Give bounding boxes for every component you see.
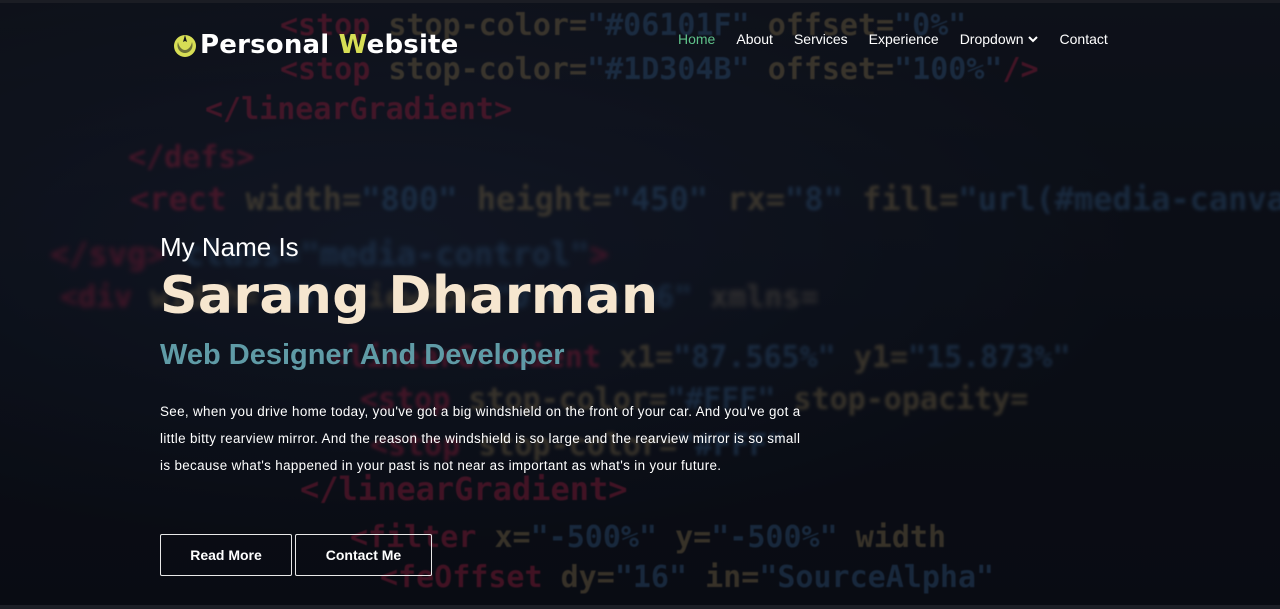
page: <stop stop-color="#06101F" offset="0%" <… <box>0 0 1280 609</box>
nav-item-experience[interactable]: Experience <box>869 31 939 47</box>
hero-name: Sarang Dharman <box>160 266 659 326</box>
nav-item-dropdown[interactable]: Dropdown <box>960 31 1039 47</box>
read-more-button[interactable]: Read More <box>160 534 292 576</box>
chevron-down-icon <box>1027 36 1038 43</box>
nav-menu: Home About Services Experience Dropdown … <box>678 31 1129 47</box>
nav-item-home[interactable]: Home <box>678 31 715 47</box>
brand-name: Personal Website <box>200 30 459 60</box>
hero-buttons: Read More Contact Me <box>160 534 435 576</box>
brand-logo-link[interactable]: Personal Website <box>172 30 459 60</box>
hero-role: Web Designer And Developer <box>160 339 565 371</box>
hero-intro: My Name Is <box>160 232 299 262</box>
nav-item-about[interactable]: About <box>736 31 773 47</box>
hero-section: My Name Is Sarang Dharman Web Designer A… <box>160 232 820 479</box>
contact-me-button[interactable]: Contact Me <box>295 534 432 576</box>
navbar: Personal Website Home About Services Exp… <box>0 0 1280 80</box>
hero-description: See, when you drive home today, you've g… <box>160 404 801 473</box>
rebel-alliance-icon <box>174 35 196 57</box>
nav-item-contact[interactable]: Contact <box>1060 31 1108 47</box>
brand-accent-letter: W <box>338 30 367 60</box>
nav-item-services[interactable]: Services <box>794 31 848 47</box>
bottom-border <box>0 605 1280 609</box>
nav-item-dropdown-label: Dropdown <box>959 31 1024 47</box>
